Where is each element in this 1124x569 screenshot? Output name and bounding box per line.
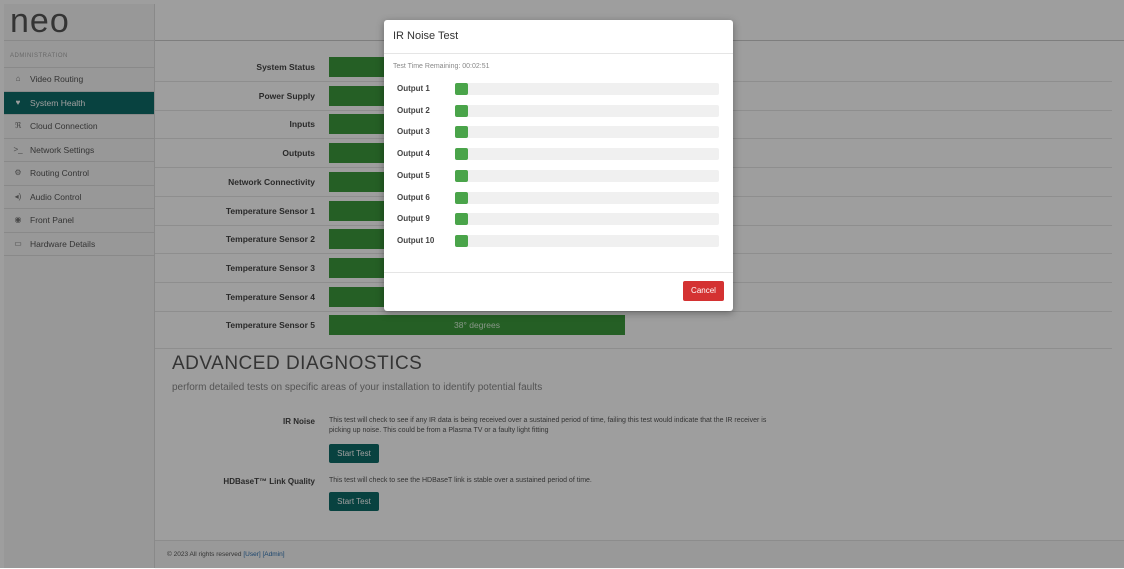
output-progress-fill bbox=[455, 148, 469, 161]
output-progress-track bbox=[455, 126, 719, 139]
ir-noise-test-modal: IR Noise Test Test Time Remaining: 00:02… bbox=[384, 20, 733, 311]
output-label: Output 9 bbox=[397, 214, 430, 224]
output-row: Output 5 bbox=[384, 169, 733, 183]
time-remaining: Test Time Remaining: 00:02:51 bbox=[393, 63, 490, 70]
output-progress-track bbox=[455, 169, 719, 182]
output-label: Output 2 bbox=[397, 105, 430, 115]
output-progress-track bbox=[455, 104, 719, 117]
cancel-button[interactable]: Cancel bbox=[683, 281, 724, 301]
output-progress-fill bbox=[455, 83, 469, 95]
output-progress-fill bbox=[455, 126, 469, 139]
output-row: Output 2 bbox=[384, 104, 733, 118]
output-row: Output 1 bbox=[384, 82, 733, 96]
output-label: Output 6 bbox=[397, 192, 430, 202]
modal-footer-divider bbox=[384, 272, 733, 273]
output-label: Output 1 bbox=[397, 84, 430, 93]
output-progress-track bbox=[455, 83, 719, 95]
output-progress-fill bbox=[455, 104, 469, 117]
output-label: Output 5 bbox=[397, 170, 430, 180]
output-progress-track bbox=[455, 213, 719, 226]
output-progress-track bbox=[455, 191, 719, 204]
output-progress-fill bbox=[455, 234, 469, 247]
output-progress-fill bbox=[455, 169, 469, 182]
output-row: Output 4 bbox=[384, 147, 733, 161]
output-progress-track bbox=[455, 234, 719, 247]
output-row: Output 10 bbox=[384, 234, 733, 248]
output-progress-fill bbox=[455, 213, 469, 226]
output-label: Output 4 bbox=[397, 149, 430, 159]
output-row: Output 6 bbox=[384, 191, 733, 205]
output-progress-fill bbox=[455, 191, 469, 204]
output-progress-track bbox=[455, 148, 719, 161]
output-row: Output 3 bbox=[384, 125, 733, 139]
output-label: Output 10 bbox=[397, 235, 435, 245]
output-label: Output 3 bbox=[397, 127, 430, 137]
modal-title: IR Noise Test bbox=[384, 20, 733, 54]
output-row: Output 9 bbox=[384, 212, 733, 226]
